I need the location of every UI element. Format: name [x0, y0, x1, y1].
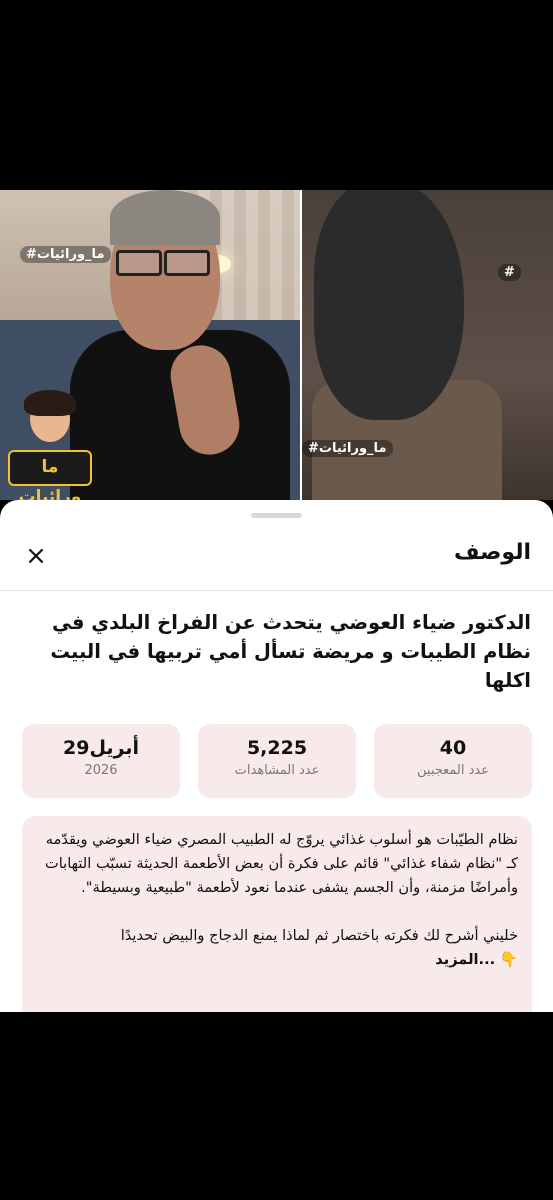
stat-likes: 40 عدد المعجبين: [374, 724, 532, 798]
video-left-panel: #ما_ورائيات ما ورائيات: [0, 190, 300, 500]
avatar-badge: ما ورائيات: [8, 450, 92, 500]
sheet-title: الوصف: [453, 540, 531, 565]
video-right-panel: # #ما_ورائيات: [302, 190, 553, 500]
views-label: عدد المشاهدات: [234, 763, 320, 778]
likes-label: عدد المعجبين: [417, 763, 489, 778]
description-paragraph-2: خليني أشرح لك فكرته باختصار ثم لماذا يمن…: [36, 924, 518, 948]
publish-date: أبريل29: [62, 737, 139, 759]
description-paragraph-1: نظام الطيّبات هو أسلوب غذائي يروّج له ال…: [44, 831, 518, 896]
views-count: 5,225: [246, 737, 308, 759]
stat-date: أبريل29 2026: [22, 724, 180, 798]
sheet-header: الوصف ×: [0, 522, 553, 591]
more-link[interactable]: ...المزيد: [435, 951, 495, 968]
video-frame[interactable]: #ما_ورائيات ما ورائيات # #ما_ورائيات: [0, 190, 553, 500]
description-paragraph-2-text: خليني أشرح لك فكرته باختصار ثم لماذا يمن…: [120, 927, 518, 944]
hashtag-right-top: #: [498, 264, 521, 281]
more-row: 👇 ...المزيد: [36, 948, 518, 972]
publish-year: 2026: [84, 763, 118, 778]
video-title: الدكتور ضياء العوضي يتحدث عن الفراخ البل…: [50, 611, 531, 692]
hashtag-left: #ما_ورائيات: [20, 246, 111, 263]
speaker-hair: [110, 190, 220, 245]
stat-views: 5,225 عدد المشاهدات: [198, 724, 356, 798]
redacted-face: [314, 190, 464, 420]
stats-row: 40 عدد المعجبين 5,225 عدد المشاهدات أبري…: [22, 724, 532, 798]
close-icon[interactable]: ×: [20, 540, 52, 572]
likes-count: 40: [439, 737, 467, 759]
drag-handle[interactable]: [251, 513, 302, 518]
pointer-down-icon: 👇: [499, 951, 518, 968]
description-box: نظام الطيّبات هو أسلوب غذائي يروّج له ال…: [22, 816, 532, 1012]
hashtag-right-bottom: #ما_ورائيات: [302, 440, 393, 457]
speaker-glasses: [112, 250, 210, 276]
avatar-hair: [24, 390, 76, 416]
description-sheet: الوصف × الدكتور ضياء العوضي يتحدث عن الف…: [0, 500, 553, 1012]
channel-avatar: ما ورائيات: [8, 390, 92, 500]
